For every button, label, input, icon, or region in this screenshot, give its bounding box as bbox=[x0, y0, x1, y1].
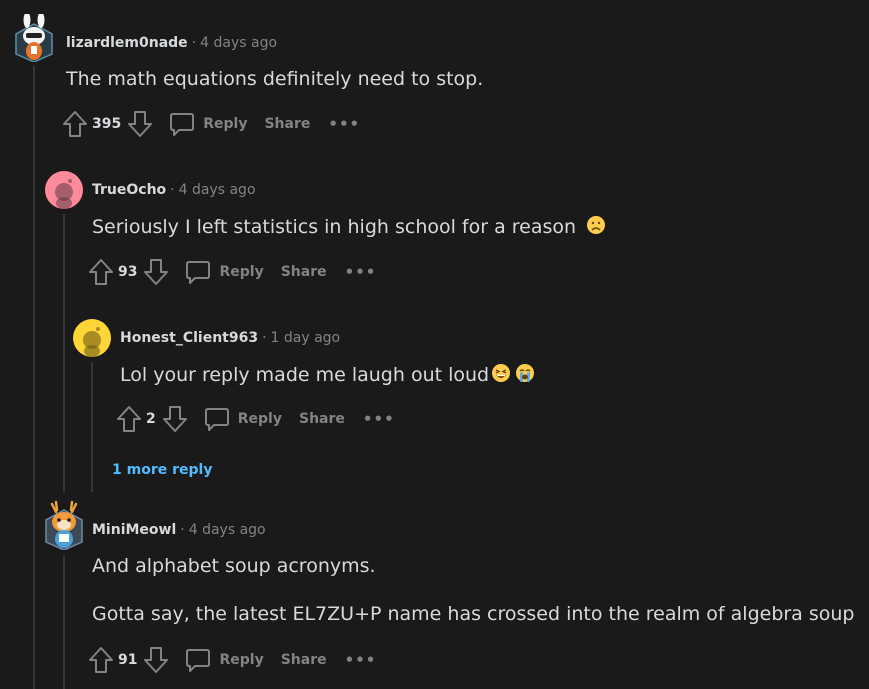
comment-body: The math equations definitely need to st… bbox=[66, 68, 484, 90]
comment-actions: 91 Reply Share ••• bbox=[88, 645, 376, 675]
thread-line[interactable] bbox=[63, 214, 65, 492]
default-pink-avatar-icon bbox=[45, 171, 83, 209]
grinning-squinting-face-icon bbox=[491, 363, 511, 388]
comment-body: And alphabet soup acronyms. bbox=[92, 555, 376, 577]
share-button[interactable]: Share bbox=[281, 652, 327, 668]
downvote-icon[interactable] bbox=[127, 110, 153, 138]
comment-meta: lizardlem0nade · 4 days ago bbox=[66, 35, 277, 51]
comment-bubble-icon bbox=[170, 113, 195, 136]
more-options-button[interactable]: ••• bbox=[345, 263, 377, 281]
reply-label: Reply bbox=[219, 652, 264, 668]
comment-bubble-icon bbox=[186, 261, 211, 284]
reply-button[interactable]: Reply bbox=[204, 406, 282, 432]
snoo-deer-avatar-icon bbox=[45, 500, 83, 551]
share-button[interactable]: Share bbox=[281, 264, 327, 280]
avatar[interactable] bbox=[14, 12, 54, 63]
worried-face-icon bbox=[586, 215, 606, 240]
comment-meta: MiniMeowl · 4 days ago bbox=[92, 522, 266, 538]
separator: · bbox=[170, 182, 175, 198]
reply-label: Reply bbox=[237, 411, 282, 427]
avatar[interactable] bbox=[45, 171, 83, 209]
default-yellow-avatar-icon bbox=[73, 319, 111, 357]
separator: · bbox=[191, 35, 197, 51]
more-options-button[interactable]: ••• bbox=[363, 410, 395, 428]
timestamp[interactable]: 4 days ago bbox=[179, 182, 256, 198]
timestamp[interactable]: 4 days ago bbox=[200, 35, 277, 51]
reply-button[interactable]: Reply bbox=[185, 647, 264, 673]
downvote-icon[interactable] bbox=[143, 258, 169, 286]
snoo-bunny-avatar-icon bbox=[15, 12, 53, 63]
reply-label: Reply bbox=[203, 116, 248, 132]
comment-body-paragraph-2: Gotta say, the latest EL7ZU+P name has c… bbox=[92, 603, 855, 625]
username[interactable]: Honest_Client963 bbox=[120, 330, 258, 346]
vote-count: 91 bbox=[118, 652, 138, 668]
comment-actions: 93 Reply Share ••• bbox=[88, 257, 376, 287]
share-button[interactable]: Share bbox=[264, 116, 310, 132]
timestamp[interactable]: 1 day ago bbox=[271, 330, 341, 346]
comment-body-text: Lol your reply made me laugh out loud bbox=[120, 364, 490, 386]
thread-line[interactable] bbox=[91, 362, 93, 492]
separator: · bbox=[180, 522, 185, 538]
more-options-button[interactable]: ••• bbox=[328, 115, 360, 133]
comment-meta: Honest_Client963 · 1 day ago bbox=[120, 330, 340, 346]
comment-actions: 395 Reply Share ••• bbox=[62, 109, 360, 139]
username[interactable]: lizardlem0nade bbox=[66, 35, 188, 51]
vote-count: 395 bbox=[92, 116, 122, 132]
comment-bubble-icon bbox=[204, 408, 229, 431]
vote-count: 2 bbox=[146, 411, 156, 427]
upvote-icon[interactable] bbox=[88, 646, 114, 674]
comment-actions: 2 Reply Share ••• bbox=[116, 404, 395, 434]
comment-body: Seriously I left statistics in high scho… bbox=[92, 215, 606, 240]
more-options-button[interactable]: ••• bbox=[345, 651, 377, 669]
loudly-crying-face-icon bbox=[515, 363, 535, 388]
comment-body: Lol your reply made me laugh out loud bbox=[120, 363, 535, 388]
avatar[interactable] bbox=[73, 319, 111, 357]
reply-button[interactable]: Reply bbox=[185, 259, 264, 285]
thread-line[interactable] bbox=[63, 556, 65, 689]
upvote-icon[interactable] bbox=[62, 110, 88, 138]
thread-line[interactable] bbox=[33, 66, 35, 689]
comment-meta: TrueOcho · 4 days ago bbox=[92, 182, 256, 198]
separator: · bbox=[262, 330, 267, 346]
avatar[interactable] bbox=[44, 500, 84, 551]
upvote-icon[interactable] bbox=[88, 258, 114, 286]
username[interactable]: MiniMeowl bbox=[92, 522, 176, 538]
downvote-icon[interactable] bbox=[143, 646, 169, 674]
username[interactable]: TrueOcho bbox=[92, 182, 166, 198]
reply-label: Reply bbox=[219, 264, 264, 280]
comment-body-text: Seriously I left statistics in high scho… bbox=[92, 216, 577, 238]
comment-bubble-icon bbox=[186, 649, 211, 672]
vote-count: 93 bbox=[118, 264, 138, 280]
downvote-icon[interactable] bbox=[162, 405, 188, 433]
upvote-icon[interactable] bbox=[116, 405, 142, 433]
timestamp[interactable]: 4 days ago bbox=[189, 522, 266, 538]
reply-button[interactable]: Reply bbox=[169, 111, 247, 137]
more-replies-link[interactable]: 1 more reply bbox=[112, 462, 212, 478]
share-button[interactable]: Share bbox=[299, 411, 345, 427]
